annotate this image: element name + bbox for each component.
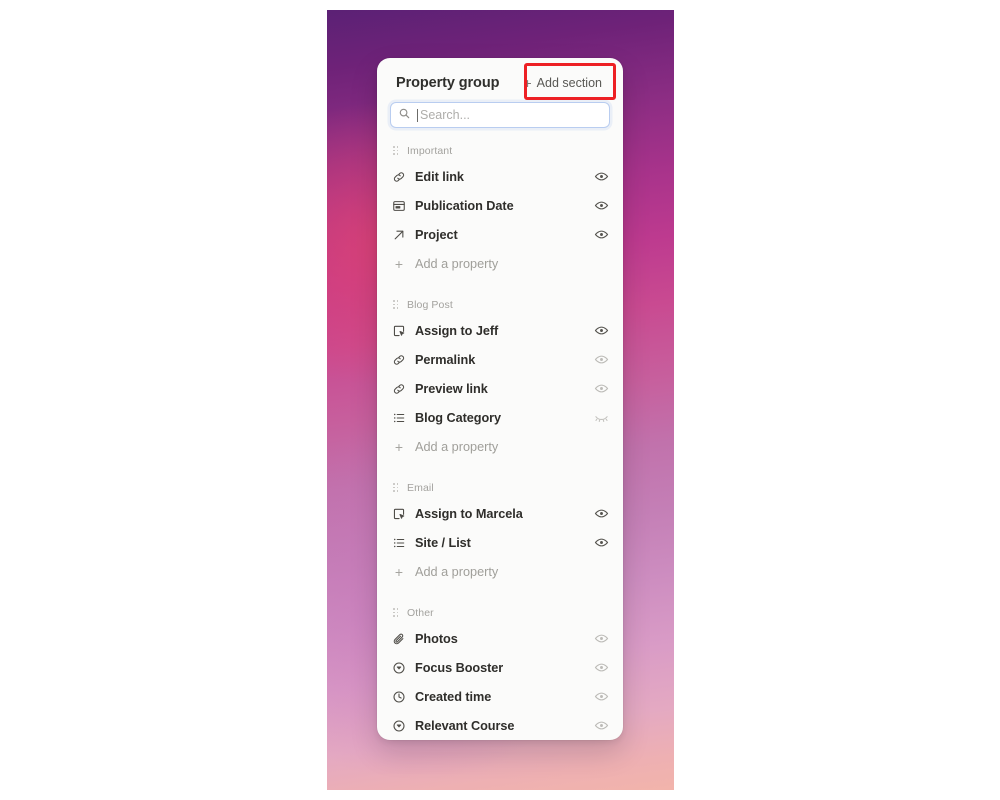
section-label: Important [407, 144, 453, 157]
plus-icon: + [394, 563, 404, 580]
text-cursor [417, 108, 418, 122]
search-container [377, 102, 623, 134]
panel-header: Property group + Add section [377, 58, 623, 102]
plus-icon: + [394, 438, 404, 455]
visibility-toggle-eye-icon[interactable] [594, 169, 609, 184]
property-section: Important Edit link Publication Date Pro… [377, 138, 623, 278]
section-divider [377, 463, 623, 475]
property-name: Site / List [415, 535, 471, 550]
drag-handle-icon[interactable] [393, 482, 400, 493]
property-name: Focus Booster [415, 660, 504, 675]
visibility-toggle-eye-icon[interactable] [594, 631, 609, 646]
multiselect-icon [392, 536, 406, 550]
section-label: Other [407, 606, 434, 619]
visibility-toggle-eye-off-icon[interactable] [594, 410, 609, 425]
link-icon [392, 170, 406, 184]
property-name: Blog Category [415, 410, 502, 425]
visibility-toggle-eye-icon[interactable] [594, 198, 609, 213]
visibility-toggle-eye-icon[interactable] [594, 535, 609, 550]
date-icon [392, 199, 406, 213]
property-row[interactable]: Preview link [377, 374, 623, 403]
property-row[interactable]: Photos [377, 624, 623, 653]
property-name: Publication Date [415, 198, 514, 213]
plus-icon: + [394, 255, 404, 272]
section-divider [377, 588, 623, 600]
relation-icon [392, 228, 406, 242]
visibility-toggle-eye-icon[interactable] [594, 506, 609, 521]
visibility-toggle-eye-icon[interactable] [594, 381, 609, 396]
add-property-label: Add a property [415, 564, 499, 579]
drag-handle-icon[interactable] [393, 145, 400, 156]
property-name: Relevant Course [415, 718, 515, 733]
property-section: Email Assign to Marcela Site / List + Ad… [377, 475, 623, 586]
section-header-important[interactable]: Important [377, 138, 623, 162]
link-icon [392, 353, 406, 367]
drag-handle-icon[interactable] [393, 607, 400, 618]
search-icon [399, 106, 410, 124]
property-row[interactable]: Focus Booster [377, 653, 623, 682]
property-row[interactable]: Relevant Course [377, 711, 623, 740]
property-row[interactable]: Edit link [377, 162, 623, 191]
property-group-panel: Property group + Add section Im [377, 58, 623, 740]
search-box[interactable] [390, 102, 610, 128]
multiselect-icon [392, 411, 406, 425]
property-name: Project [415, 227, 458, 242]
section-divider [377, 280, 623, 292]
button-icon [392, 507, 406, 521]
section-label: Email [407, 481, 434, 494]
property-name: Created time [415, 689, 492, 704]
property-sections-list: Important Edit link Publication Date Pro… [377, 134, 623, 740]
property-row[interactable]: Created time [377, 682, 623, 711]
property-row[interactable]: Permalink [377, 345, 623, 374]
add-property-button[interactable]: + Add a property [377, 557, 623, 586]
visibility-toggle-eye-icon[interactable] [594, 323, 609, 338]
screenshot-root: Property group + Add section Im [0, 0, 1000, 800]
property-name: Preview link [415, 381, 488, 396]
button-icon [392, 324, 406, 338]
page-title: Property group [396, 75, 500, 91]
add-section-button[interactable]: + Add section [516, 72, 609, 94]
property-section: Other Photos Focus Booster Created time [377, 600, 623, 740]
select-icon [392, 661, 406, 675]
search-input[interactable] [420, 108, 601, 122]
property-section: Blog Post Assign to Jeff Permalink Previ… [377, 292, 623, 461]
property-row[interactable]: Site / List [377, 528, 623, 557]
property-name: Permalink [415, 352, 476, 367]
visibility-toggle-eye-icon[interactable] [594, 718, 609, 733]
plus-icon: + [523, 74, 532, 91]
add-section-label: Add section [536, 76, 602, 90]
section-header-other[interactable]: Other [377, 600, 623, 624]
property-name: Assign to Jeff [415, 323, 499, 338]
property-row[interactable]: Assign to Marcela [377, 499, 623, 528]
paperclip-icon [392, 632, 406, 646]
visibility-toggle-eye-icon[interactable] [594, 689, 609, 704]
visibility-toggle-eye-icon[interactable] [594, 660, 609, 675]
section-header-blog-post[interactable]: Blog Post [377, 292, 623, 316]
clock-icon [392, 690, 406, 704]
property-name: Edit link [415, 169, 464, 184]
select-icon [392, 719, 406, 733]
link-icon [392, 382, 406, 396]
add-property-label: Add a property [415, 256, 499, 271]
property-row[interactable]: Project [377, 220, 623, 249]
property-name: Photos [415, 631, 458, 646]
drag-handle-icon[interactable] [393, 299, 400, 310]
add-property-button[interactable]: + Add a property [377, 249, 623, 278]
property-row[interactable]: Blog Category [377, 403, 623, 432]
property-row[interactable]: Publication Date [377, 191, 623, 220]
visibility-toggle-eye-icon[interactable] [594, 352, 609, 367]
property-name: Assign to Marcela [415, 506, 523, 521]
property-row[interactable]: Assign to Jeff [377, 316, 623, 345]
section-header-email[interactable]: Email [377, 475, 623, 499]
section-label: Blog Post [407, 298, 453, 311]
add-property-button[interactable]: + Add a property [377, 432, 623, 461]
visibility-toggle-eye-icon[interactable] [594, 227, 609, 242]
add-property-label: Add a property [415, 439, 499, 454]
